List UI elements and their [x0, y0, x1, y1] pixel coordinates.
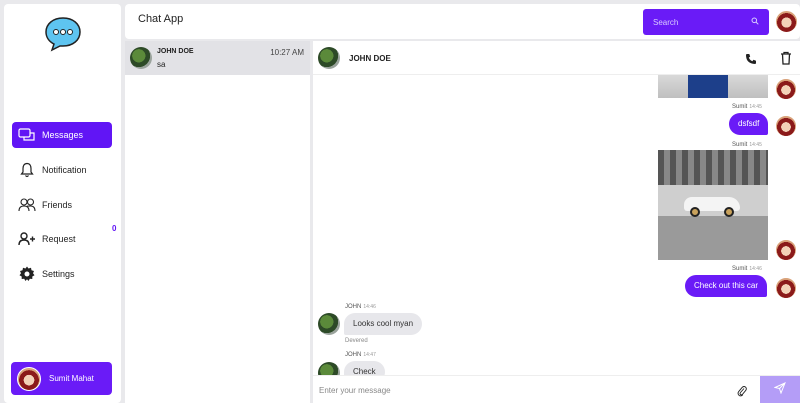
sidebar-item-settings[interactable]: Settings — [12, 261, 112, 287]
request-count-badge: 0 — [112, 224, 117, 233]
bell-icon — [18, 161, 36, 179]
message-input[interactable] — [319, 382, 719, 398]
message-meta: JOHN 14:46 — [345, 304, 376, 310]
contact-name: JOHN DOE — [349, 54, 391, 63]
last-message: sa — [157, 60, 166, 69]
delivery-status: Devered — [345, 338, 368, 344]
phone-icon[interactable] — [745, 52, 757, 64]
sidebar-item-label: Messages — [42, 130, 84, 140]
avatar[interactable] — [775, 10, 798, 33]
conversation-panel: JOHN DOE Sumit 14:45 dsfsdf Sumit 14:45 Su… — [313, 41, 800, 403]
avatar — [17, 366, 41, 391]
top-header: Chat App Search — [125, 4, 800, 39]
friends-icon — [18, 196, 36, 214]
sidebar-item-label: Friends — [42, 200, 73, 210]
message-bubble: Looks cool myan — [344, 313, 423, 335]
sidebar-item-notification[interactable]: Notification — [12, 157, 112, 183]
message-meta: Sumit 14:46 — [732, 266, 762, 272]
sidebar-item-messages[interactable]: Messages — [12, 122, 112, 148]
list-item[interactable]: JOHN DOE sa 10:27 AM — [125, 41, 310, 75]
app-title: Chat App — [138, 13, 184, 25]
gear-icon — [18, 265, 36, 283]
add-user-icon — [18, 230, 36, 248]
sidebar-item-label: Notification — [42, 165, 87, 175]
avatar — [775, 239, 797, 261]
message-bubble: Check — [344, 361, 385, 375]
search-input[interactable]: Search — [653, 18, 678, 27]
message-time: 10:27 AM — [270, 48, 304, 57]
chat-logo-icon — [44, 16, 82, 52]
sidebar: Messages Notification Friends Request 0 … — [4, 4, 121, 403]
sidebar-item-request[interactable]: Request — [12, 226, 112, 252]
sidebar-item-label: Settings — [42, 269, 75, 279]
image-message[interactable] — [658, 75, 768, 98]
sidebar-item-label: Request — [42, 234, 76, 244]
avatar — [775, 78, 797, 100]
send-icon — [773, 381, 786, 399]
message-bubble: Check out this car — [685, 275, 768, 297]
user-name: Sumit Mahat — [49, 374, 94, 383]
avatar — [130, 47, 152, 69]
contact-name: JOHN DOE — [157, 48, 194, 55]
message-composer — [313, 375, 800, 403]
chat-list: JOHN DOE sa 10:27 AM — [125, 41, 310, 403]
trash-icon[interactable] — [780, 51, 792, 65]
avatar — [318, 47, 340, 69]
search-box[interactable]: Search — [643, 9, 769, 35]
avatar — [775, 277, 797, 299]
current-user-card[interactable]: Sumit Mahat — [11, 362, 112, 395]
message-bubble: dsfsdf — [729, 113, 769, 135]
message-meta: JOHN 14:47 — [345, 352, 376, 358]
avatar — [318, 313, 340, 335]
car-image-message[interactable] — [658, 150, 768, 260]
send-button[interactable] — [760, 376, 800, 403]
messages-icon — [18, 126, 36, 144]
sidebar-item-friends[interactable]: Friends — [12, 192, 112, 218]
paperclip-icon[interactable] — [737, 384, 747, 397]
conversation-header: JOHN DOE — [313, 41, 800, 75]
message-meta: Sumit 14:45 — [732, 104, 762, 110]
message-meta: Sumit 14:45 — [732, 142, 762, 148]
search-icon[interactable] — [751, 17, 759, 27]
message-thread: Sumit 14:45 dsfsdf Sumit 14:45 Sumit 14:46 … — [313, 75, 800, 375]
avatar — [318, 362, 340, 375]
avatar — [775, 115, 797, 137]
